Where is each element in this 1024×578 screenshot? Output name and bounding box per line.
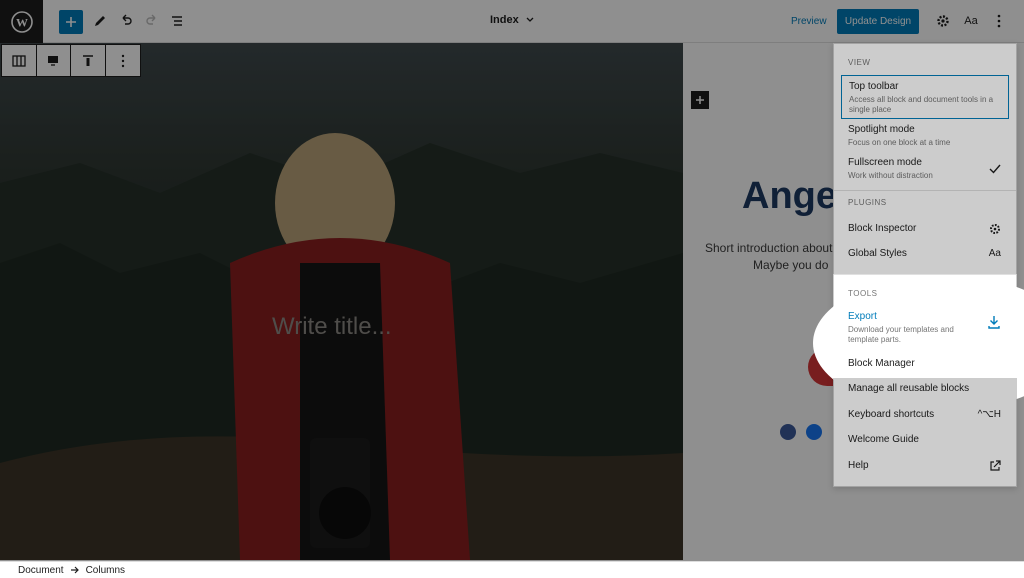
external-link-icon: [990, 460, 1001, 471]
spotlight-mode-desc: Focus on one block at a time: [848, 138, 951, 147]
export-label: Export: [848, 311, 877, 322]
preview-button[interactable]: Preview: [783, 10, 835, 33]
title-placeholder[interactable]: Write title...: [272, 313, 392, 341]
cover-photo-illustration: [0, 133, 683, 560]
fullscreen-mode-label: Fullscreen mode: [848, 157, 922, 168]
menu-item-spotlight-mode[interactable]: Spotlight mode Focus on one block at a t…: [841, 124, 1009, 150]
arrow-right-icon: [70, 566, 79, 574]
intro-line-1[interactable]: Short introduction about: [705, 238, 845, 258]
menu-item-export[interactable]: Export Download your templates and templ…: [841, 311, 1009, 345]
block-more-options-icon[interactable]: [106, 45, 140, 76]
inserter-plus-icon[interactable]: [691, 91, 709, 109]
welcome-guide-label: Welcome Guide: [848, 434, 919, 445]
breadcrumb-columns[interactable]: Columns: [86, 565, 125, 576]
wordpress-logo-icon[interactable]: W: [0, 0, 43, 43]
help-label: Help: [848, 460, 869, 471]
top-toolbar-label: Top toolbar: [849, 81, 899, 92]
template-title[interactable]: Index: [490, 14, 535, 26]
plugins-section-heading: PLUGINS: [848, 198, 887, 207]
edit-pencil-icon[interactable]: [88, 9, 112, 33]
update-design-button[interactable]: Update Design: [837, 9, 919, 34]
template-title-text: Index: [490, 14, 519, 26]
global-styles-shortcut: Aa: [988, 248, 1001, 259]
top-toolbar-desc: Access all block and document tools in a…: [849, 95, 994, 114]
top-toolbar: W Index Preview Update Design Aa: [0, 0, 1024, 43]
tools-section-heading: TOOLS: [848, 289, 878, 298]
checkmark-icon: [989, 164, 1001, 174]
download-icon: [988, 316, 1000, 329]
breadcrumb-document[interactable]: Document: [18, 565, 64, 576]
columns-icon[interactable]: [2, 45, 37, 76]
fullscreen-mode-desc: Work without distraction: [848, 171, 933, 180]
intro-line-2[interactable]: Maybe you do: [753, 258, 828, 272]
gear-icon: [990, 224, 1000, 234]
block-manager-label: Block Manager: [848, 358, 915, 369]
settings-gear-icon[interactable]: [931, 9, 955, 33]
options-menu: VIEW Top toolbar Access all block and do…: [813, 43, 1024, 487]
menu-item-top-toolbar[interactable]: Top toolbar Access all block and documen…: [841, 75, 1009, 119]
breadcrumb: Document Columns: [0, 561, 1024, 578]
block-toolbar: [1, 44, 141, 77]
wordpress-social-icon[interactable]: [780, 424, 796, 440]
global-styles-button[interactable]: Aa: [959, 9, 983, 33]
global-styles-label: Global Styles: [848, 248, 907, 259]
menu-item-manage-reusable-blocks[interactable]: Manage all reusable blocks: [841, 383, 1009, 399]
view-section-heading: VIEW: [848, 58, 871, 67]
export-desc: Download your templates and template par…: [848, 325, 954, 344]
more-options-icon[interactable]: [987, 9, 1011, 33]
site-heading[interactable]: Angel: [742, 175, 848, 218]
keyboard-shortcuts-shortcut: ^⌥H: [977, 409, 1001, 420]
menu-item-welcome-guide[interactable]: Welcome Guide: [841, 434, 1009, 450]
menu-item-help[interactable]: Help: [841, 460, 1009, 476]
menu-item-block-inspector[interactable]: Block Inspector: [841, 223, 1009, 239]
redo-icon[interactable]: [140, 9, 164, 33]
menu-item-fullscreen-mode[interactable]: Fullscreen mode Work without distraction: [841, 157, 1009, 183]
manage-reusable-blocks-label: Manage all reusable blocks: [848, 383, 970, 394]
undo-icon[interactable]: [114, 9, 138, 33]
menu-divider: [834, 190, 1016, 191]
list-view-icon[interactable]: [165, 9, 189, 33]
menu-item-global-styles[interactable]: Global Styles Aa: [841, 248, 1009, 264]
chevron-down-icon: [526, 17, 534, 22]
cover-image[interactable]: [0, 43, 683, 560]
align-top-icon[interactable]: [71, 45, 106, 76]
spotlight-mode-label: Spotlight mode: [848, 124, 915, 135]
facebook-social-icon[interactable]: [806, 424, 822, 440]
block-type-icon[interactable]: [37, 45, 71, 76]
block-inspector-label: Block Inspector: [848, 223, 917, 234]
add-block-button[interactable]: [59, 10, 83, 34]
menu-item-keyboard-shortcuts[interactable]: Keyboard shortcuts ^⌥H: [841, 409, 1009, 425]
svg-text:W: W: [16, 15, 28, 29]
menu-item-block-manager[interactable]: Block Manager: [841, 358, 1009, 374]
